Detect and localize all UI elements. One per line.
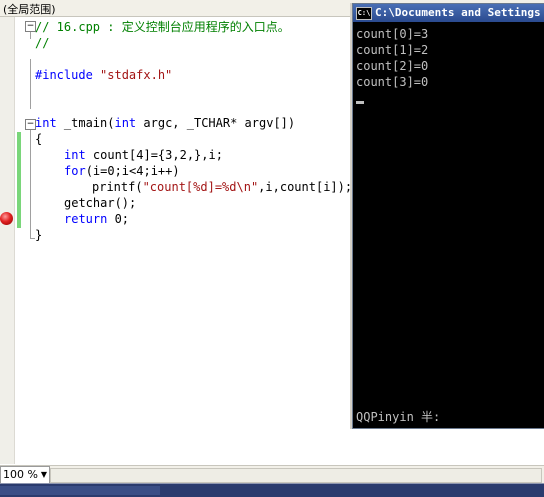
fold-line bbox=[30, 59, 31, 109]
code-line-return: return 0; bbox=[64, 212, 130, 226]
code-line-2: // bbox=[35, 36, 50, 50]
ime-status: QQPinyin 半: bbox=[356, 410, 441, 424]
editor-status-bar: 100 % ▼ bbox=[0, 465, 544, 484]
breakpoint-icon[interactable] bbox=[0, 212, 13, 225]
console-output-line: count[3]=0 bbox=[356, 75, 429, 89]
console-output-line: count[1]=2 bbox=[356, 43, 429, 57]
fold-line bbox=[30, 130, 31, 238]
horizontal-scrollbar[interactable] bbox=[50, 468, 542, 483]
code-line-getchar: getchar(); bbox=[64, 196, 137, 210]
scope-dropdown[interactable]: (全局范围) bbox=[3, 1, 56, 17]
chevron-down-icon: ▼ bbox=[40, 470, 47, 479]
change-indicator bbox=[17, 132, 21, 228]
code-line-include: #include "stdafx.h" bbox=[35, 68, 173, 82]
console-title-bar[interactable]: C:\ C:\Documents and Settings bbox=[353, 4, 544, 22]
taskbar-item[interactable] bbox=[0, 486, 160, 495]
code-editor[interactable]: − − // 16.cpp : 定义控制台应用程序的入口点。 // #inclu… bbox=[15, 17, 355, 464]
console-title: C:\Documents and Settings bbox=[375, 6, 541, 19]
code-line-open-brace: { bbox=[35, 132, 43, 146]
code-line-decl: int count[4]={3,2,},i; bbox=[64, 148, 223, 162]
zoom-dropdown[interactable]: 100 % ▼ bbox=[0, 466, 50, 484]
code-line-printf: printf("count[%d]=%d\n",i,count[i]); bbox=[92, 180, 353, 194]
code-line-close-brace: } bbox=[35, 228, 43, 242]
console-output-line: count[0]=3 bbox=[356, 27, 429, 41]
console-window[interactable]: C:\ C:\Documents and Settings count[0]=3 … bbox=[352, 3, 544, 429]
console-output-line: count[2]=0 bbox=[356, 59, 429, 73]
code-line-for: for(i=0;i<4;i++) bbox=[64, 164, 180, 178]
zoom-value: 100 % bbox=[3, 468, 38, 481]
code-line-main: int _tmain(int argc, _TCHAR* argv[]) bbox=[35, 116, 296, 130]
fold-line bbox=[30, 32, 31, 39]
editor-gutter[interactable] bbox=[0, 17, 15, 464]
console-icon: C:\ bbox=[356, 6, 372, 20]
taskbar-strip bbox=[0, 483, 544, 497]
code-line-1: // 16.cpp : 定义控制台应用程序的入口点。 bbox=[35, 20, 290, 34]
console-cursor bbox=[356, 101, 364, 104]
